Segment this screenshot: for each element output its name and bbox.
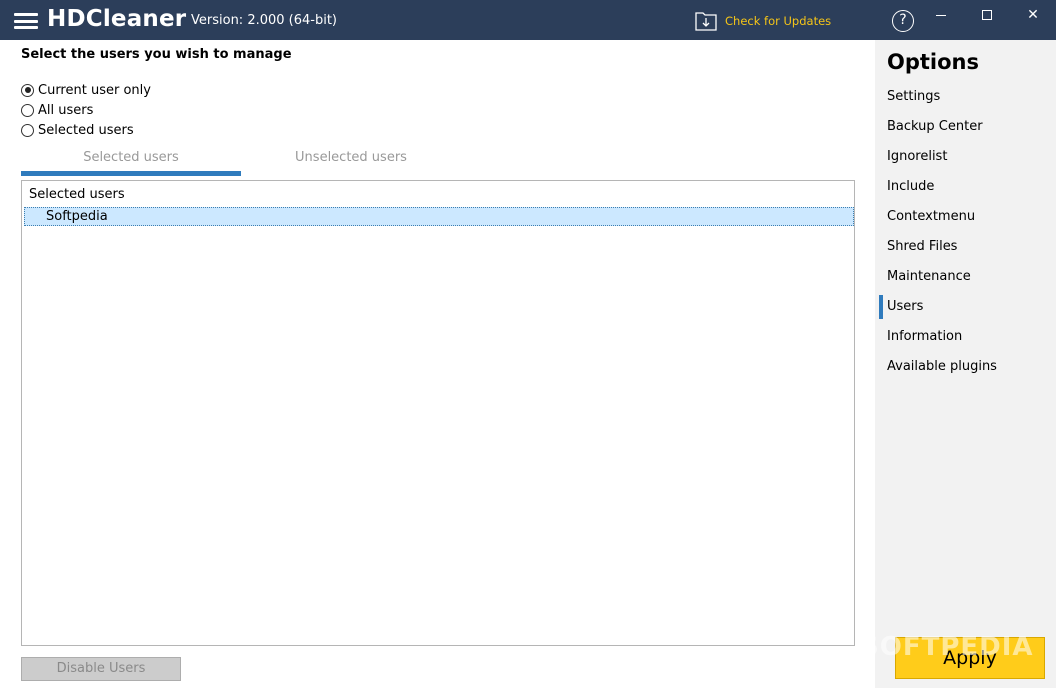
sidebar-item-information[interactable]: Information bbox=[875, 324, 1056, 350]
minimize-icon bbox=[936, 15, 946, 17]
maximize-icon bbox=[982, 10, 992, 20]
sidebar-item-shred-files[interactable]: Shred Files bbox=[875, 234, 1056, 260]
sidebar-item-available-plugins[interactable]: Available plugins bbox=[875, 354, 1056, 380]
users-listbox[interactable]: Selected users Softpedia bbox=[21, 180, 855, 646]
sidebar-title: Options bbox=[887, 50, 979, 74]
hamburger-icon[interactable] bbox=[14, 13, 38, 29]
app-title: HDCleaner bbox=[47, 6, 187, 32]
tab-selected-users[interactable]: Selected users bbox=[21, 150, 241, 176]
help-icon[interactable]: ? bbox=[892, 10, 914, 32]
minimize-button[interactable] bbox=[918, 0, 964, 32]
radio-current-user-only[interactable]: Current user only bbox=[21, 81, 151, 99]
radio-label: All users bbox=[38, 102, 94, 118]
sidebar-item-ignorelist[interactable]: Ignorelist bbox=[875, 144, 1056, 170]
maximize-button[interactable] bbox=[964, 0, 1010, 32]
radio-label: Selected users bbox=[38, 122, 134, 138]
apply-button[interactable]: Apply bbox=[895, 637, 1045, 679]
sidebar-item-contextmenu[interactable]: Contextmenu bbox=[875, 204, 1056, 230]
section-title: Select the users you wish to manage bbox=[21, 47, 292, 62]
tab-unselected-users[interactable]: Unselected users bbox=[241, 150, 461, 176]
check-for-updates-link[interactable]: Check for Updates bbox=[725, 14, 831, 28]
update-download-icon[interactable] bbox=[694, 10, 718, 32]
disable-users-button[interactable]: Disable Users bbox=[21, 657, 181, 681]
sidebar-item-maintenance[interactable]: Maintenance bbox=[875, 264, 1056, 290]
close-icon: ✕ bbox=[1027, 7, 1039, 23]
radio-label: Current user only bbox=[38, 82, 151, 98]
radio-selected-users[interactable]: Selected users bbox=[21, 121, 134, 139]
list-item[interactable]: Softpedia bbox=[24, 207, 854, 226]
radio-all-users[interactable]: All users bbox=[21, 101, 93, 119]
sidebar-item-users[interactable]: Users bbox=[875, 294, 1056, 320]
version-label: Version: 2.000 (64-bit) bbox=[191, 13, 338, 28]
sidebar-item-include[interactable]: Include bbox=[875, 174, 1056, 200]
title-bar: HDCleaner Version: 2.000 (64-bit) Check … bbox=[0, 0, 1056, 40]
radio-button[interactable] bbox=[21, 103, 34, 117]
options-sidebar: Options Settings Backup Center Ignorelis… bbox=[875, 40, 1056, 688]
list-header: Selected users bbox=[29, 187, 125, 202]
sidebar-item-backup-center[interactable]: Backup Center bbox=[875, 114, 1056, 140]
sidebar-item-settings[interactable]: Settings bbox=[875, 84, 1056, 110]
radio-button[interactable] bbox=[21, 123, 34, 137]
radio-button[interactable] bbox=[21, 83, 34, 97]
close-button[interactable]: ✕ bbox=[1010, 0, 1056, 32]
